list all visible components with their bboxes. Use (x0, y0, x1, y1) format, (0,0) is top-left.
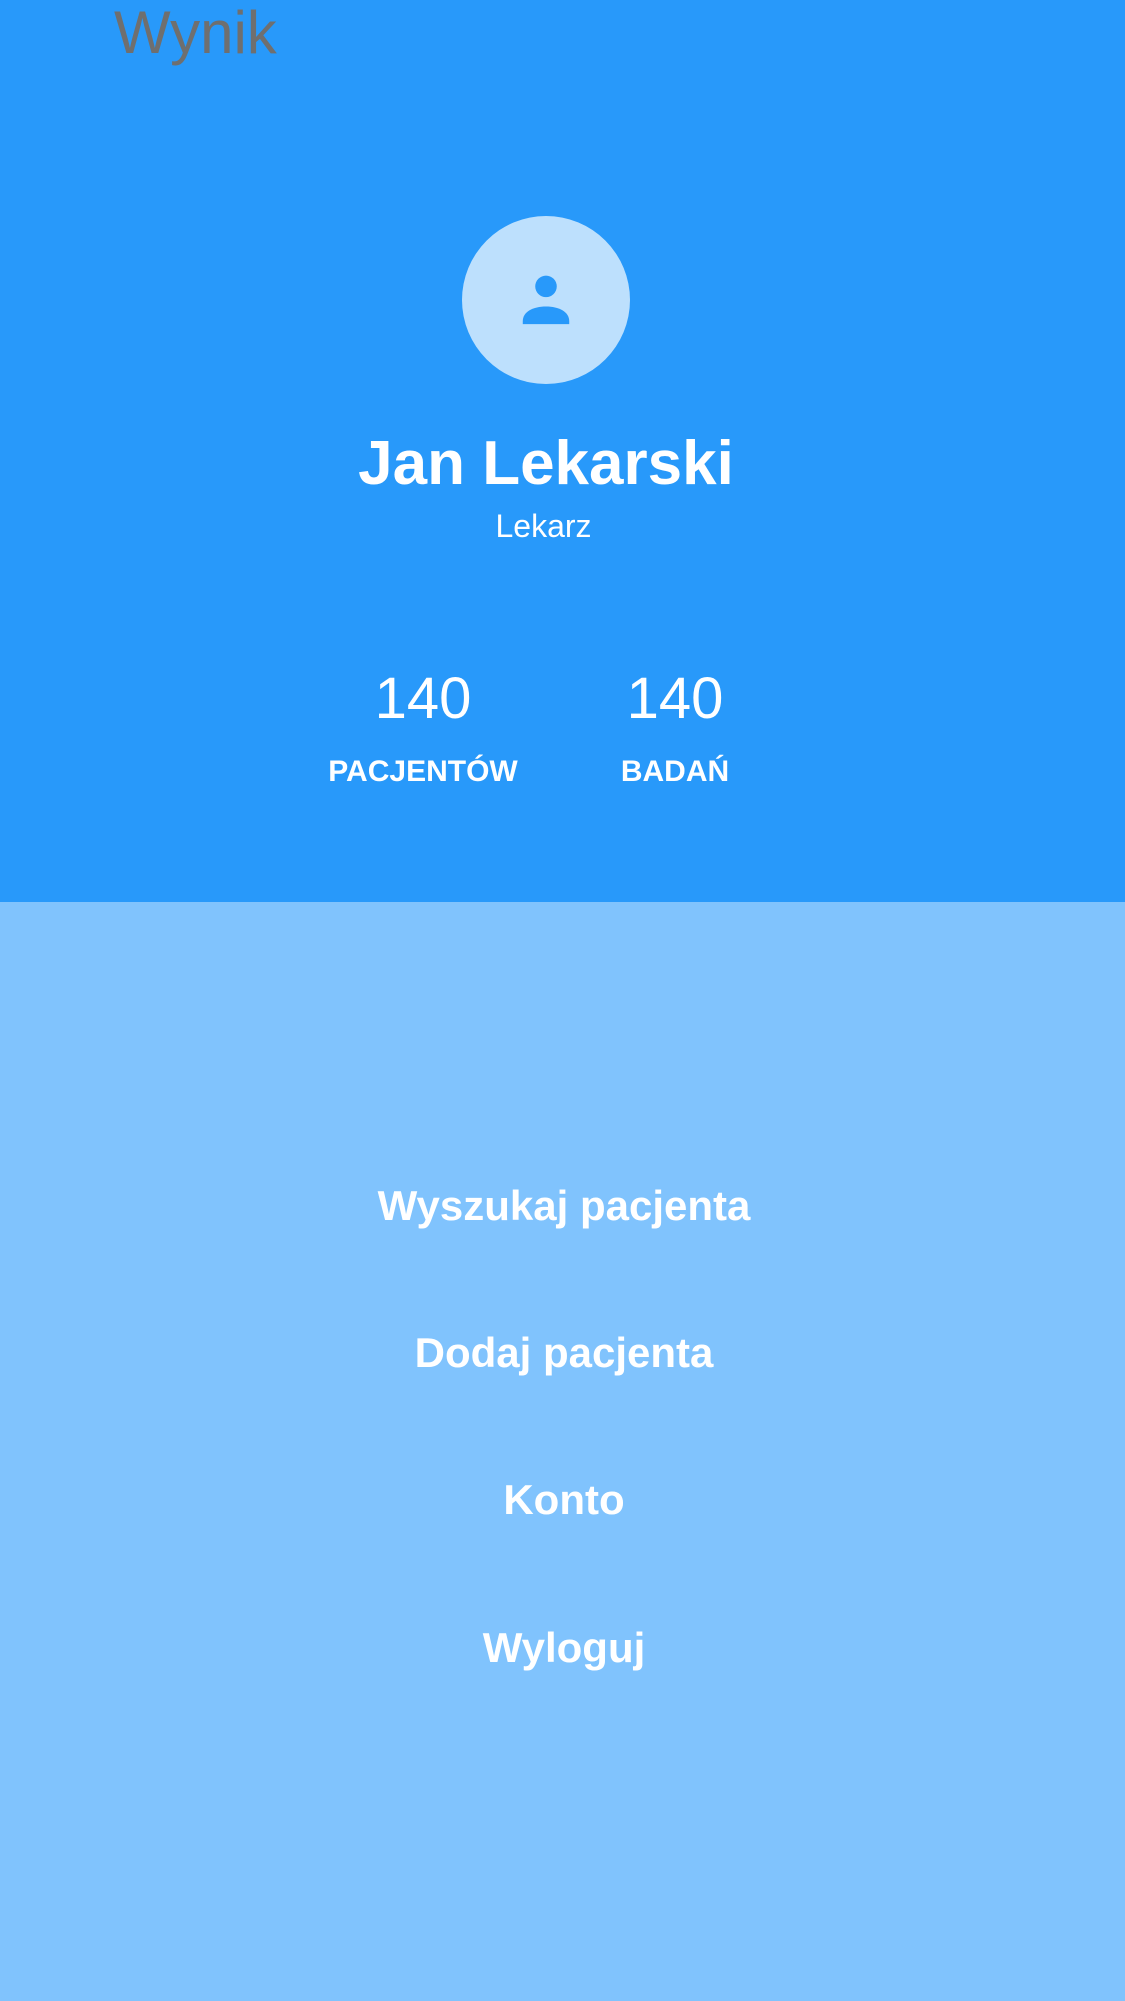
menu-item-logout[interactable]: Wyloguj (0, 1623, 1125, 1673)
menu-item-search-patient[interactable]: Wyszukaj pacjenta (0, 1181, 1125, 1231)
user-name: Jan Lekarski (358, 429, 734, 498)
person-icon (522, 275, 570, 325)
app-title: Wynik (114, 0, 277, 66)
stat-exams: 140 BADAŃ (525, 664, 825, 790)
stat-exams-value: 140 (626, 666, 724, 731)
menu-item-account[interactable]: Konto (0, 1475, 1125, 1525)
profile-header: Wynik Jan Lekarski Lekarz 140 PACJENTÓW … (0, 0, 1125, 902)
user-role: Lekarz (495, 508, 592, 544)
avatar[interactable] (462, 216, 630, 384)
menu-item-add-patient[interactable]: Dodaj pacjenta (0, 1328, 1125, 1378)
main-menu: Wyszukaj pacjenta Dodaj pacjenta Konto W… (0, 902, 1125, 2001)
stat-exams-label: BADAŃ (620, 755, 730, 788)
profile-screen: Wynik Jan Lekarski Lekarz 140 PACJENTÓW … (0, 0, 1125, 2001)
